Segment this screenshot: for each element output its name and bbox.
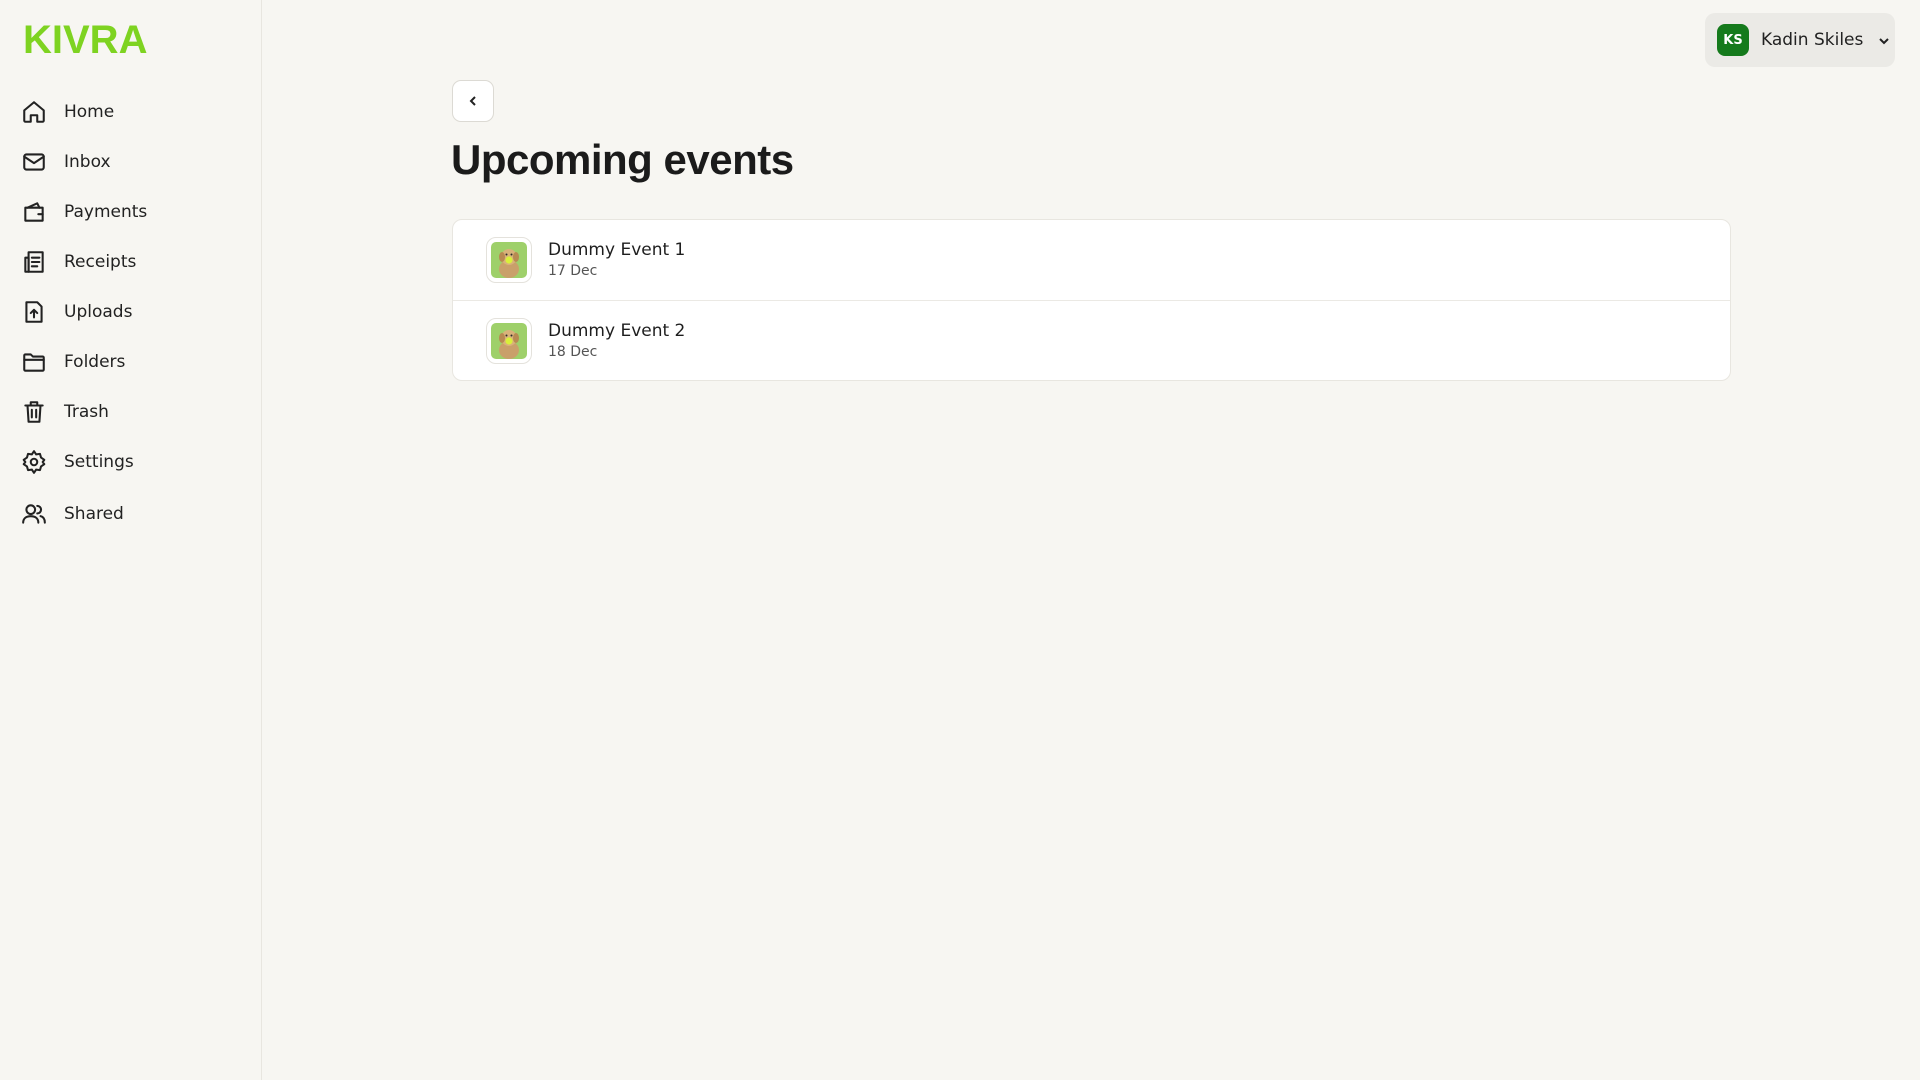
sidebar: KIVRA Home Inbox Payments Receipts Uploa… bbox=[0, 0, 262, 1080]
folder-icon bbox=[20, 348, 48, 376]
back-button[interactable] bbox=[452, 80, 494, 122]
event-row[interactable]: Dummy Event 2 18 Dec bbox=[453, 301, 1730, 380]
sidebar-item-label: Settings bbox=[64, 452, 134, 472]
home-icon bbox=[20, 98, 48, 126]
sidebar-item-payments[interactable]: Payments bbox=[20, 192, 240, 232]
event-title: Dummy Event 1 bbox=[548, 240, 686, 260]
upload-icon bbox=[20, 298, 48, 326]
event-date: 17 Dec bbox=[548, 263, 598, 279]
mail-icon bbox=[20, 148, 48, 176]
dog-with-ball-image bbox=[491, 323, 527, 359]
event-row[interactable]: Dummy Event 1 17 Dec bbox=[453, 220, 1730, 301]
wallet-icon bbox=[20, 198, 48, 226]
sidebar-item-receipts[interactable]: Receipts bbox=[20, 242, 240, 282]
app-window: KIVRA Home Inbox Payments Receipts Uploa… bbox=[0, 0, 1920, 1080]
sidebar-item-label: Shared bbox=[64, 504, 124, 524]
avatar: KS bbox=[1717, 24, 1749, 56]
chevron-down-icon bbox=[1877, 33, 1891, 47]
event-thumbnail bbox=[486, 237, 532, 283]
gear-icon bbox=[20, 448, 48, 476]
sidebar-item-home[interactable]: Home bbox=[20, 92, 240, 132]
event-text: Dummy Event 1 17 Dec bbox=[548, 239, 685, 281]
user-menu-button[interactable]: KS Kadin Skiles bbox=[1705, 13, 1895, 67]
sidebar-item-inbox[interactable]: Inbox bbox=[20, 142, 240, 182]
page-title: Upcoming events bbox=[451, 136, 794, 183]
sidebar-item-folders[interactable]: Folders bbox=[20, 342, 240, 382]
sidebar-item-label: Home bbox=[64, 102, 115, 122]
kivra-logo[interactable]: KIVRA bbox=[23, 20, 147, 60]
sidebar-item-shared[interactable]: Shared bbox=[20, 494, 240, 534]
sidebar-item-uploads[interactable]: Uploads bbox=[20, 292, 240, 332]
sidebar-item-trash[interactable]: Trash bbox=[20, 392, 240, 432]
event-thumbnail bbox=[486, 318, 532, 364]
sidebar-item-label: Trash bbox=[64, 402, 109, 422]
events-list: Dummy Event 1 17 Dec Dummy Event 2 18 De… bbox=[452, 219, 1731, 381]
user-name: Kadin Skiles bbox=[1761, 30, 1864, 50]
chevron-left-icon bbox=[469, 96, 476, 106]
sidebar-item-label: Folders bbox=[64, 352, 126, 372]
dog-with-ball-image bbox=[491, 242, 527, 278]
sidebar-item-label: Inbox bbox=[64, 152, 111, 172]
sidebar-item-label: Receipts bbox=[64, 252, 137, 272]
trash-icon bbox=[20, 398, 48, 426]
sidebar-item-settings[interactable]: Settings bbox=[20, 442, 240, 482]
event-title: Dummy Event 2 bbox=[548, 321, 686, 341]
event-date: 18 Dec bbox=[548, 344, 598, 360]
users-icon bbox=[20, 500, 48, 528]
sidebar-item-label: Payments bbox=[64, 202, 148, 222]
sidebar-item-label: Uploads bbox=[64, 302, 133, 322]
event-text: Dummy Event 2 18 Dec bbox=[548, 320, 685, 362]
receipt-icon bbox=[20, 248, 48, 276]
